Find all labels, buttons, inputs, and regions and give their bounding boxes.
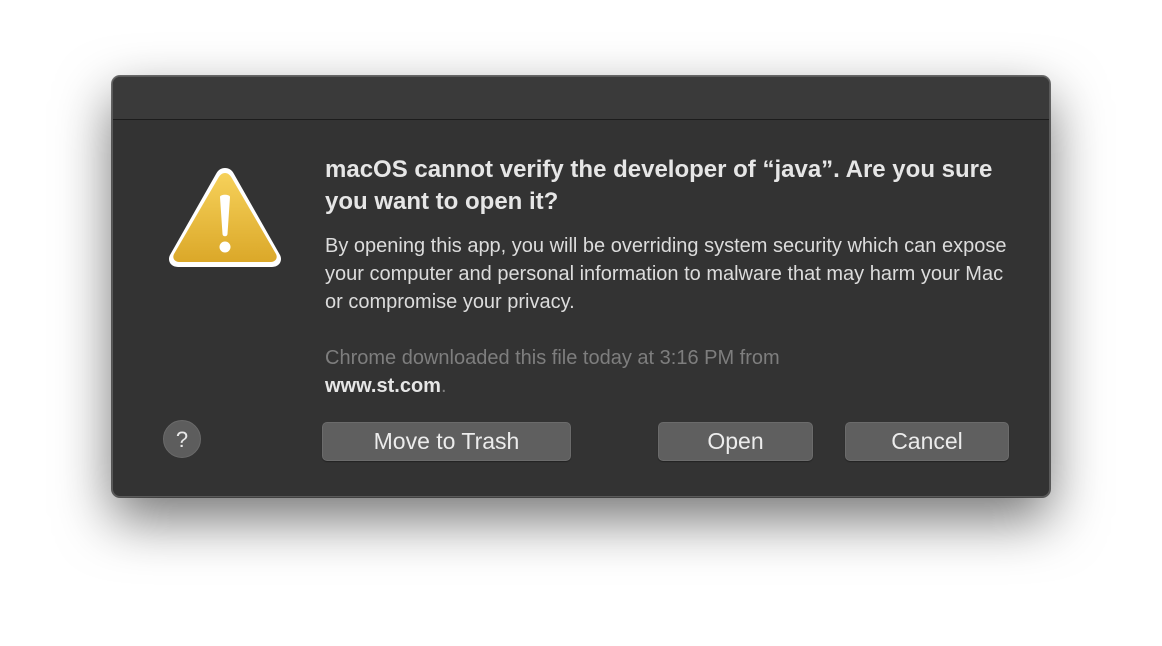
warning-triangle-icon: [168, 168, 282, 267]
download-source-info: Chrome downloaded this file today at 3:1…: [325, 344, 945, 400]
security-warning-dialog: macOS cannot verify the developer of “ja…: [112, 76, 1050, 497]
screen: macOS cannot verify the developer of “ja…: [0, 0, 1162, 646]
dialog-titlebar[interactable]: [113, 77, 1049, 120]
download-source-suffix: .: [440, 375, 447, 397]
download-source-prefix: Chrome downloaded this file today at 3:1…: [325, 347, 780, 369]
help-button[interactable]: ?: [163, 420, 201, 458]
dialog-message: By opening this app, you will be overrid…: [325, 235, 1007, 313]
cancel-button[interactable]: Cancel: [845, 422, 1009, 461]
download-source-domain: www.st.com: [325, 375, 441, 397]
open-button[interactable]: Open: [658, 422, 813, 461]
move-to-trash-button[interactable]: Move to Trash: [322, 422, 571, 461]
dialog-title: macOS cannot verify the developer of “ja…: [325, 156, 993, 215]
